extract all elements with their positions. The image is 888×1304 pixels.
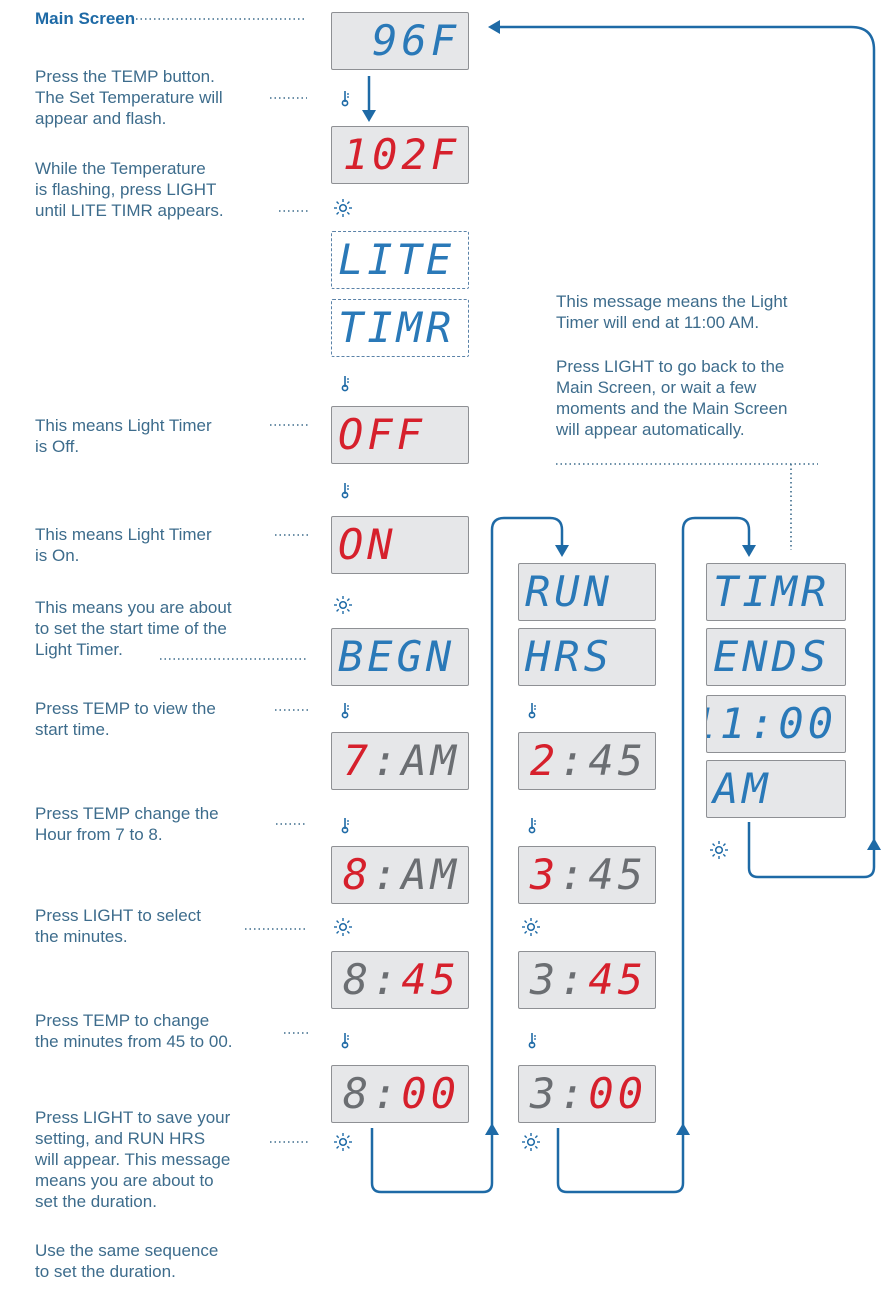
go-back-note: Press LIGHT to go back to the Main Scree… bbox=[556, 357, 788, 439]
thermometer-icon bbox=[341, 483, 349, 499]
lcd-zero-minutes: 00 bbox=[401, 1069, 460, 1118]
lcd-ends: ENDS bbox=[706, 628, 846, 686]
lcd-start-ampm: :AM bbox=[372, 736, 460, 785]
lcd-hour-changed: 8:AM bbox=[331, 846, 469, 904]
lcd-timr: TIMR bbox=[331, 299, 469, 357]
same-sequence-text: Use the same sequence to set the duratio… bbox=[35, 1241, 219, 1281]
thermometer-icon bbox=[341, 703, 349, 719]
thermometer-icon bbox=[341, 376, 349, 392]
light-press-text: While the Temperature is flashing, press… bbox=[35, 159, 224, 220]
lcd-duration-1: 2:45 bbox=[518, 732, 656, 790]
lcd-hrs: HRS bbox=[518, 628, 656, 686]
lcd-hour-ampm: :AM bbox=[372, 850, 460, 899]
view-start-text: Press TEMP to view the start time. bbox=[35, 699, 216, 739]
light-icon bbox=[334, 1133, 352, 1151]
lcd-dur4-hour: 3: bbox=[529, 1069, 589, 1118]
lcd-duration-3: 3: 45 bbox=[518, 951, 656, 1009]
lcd-minutes-hour: 8: bbox=[342, 955, 402, 1004]
lcd-dur4-min: 00 bbox=[588, 1069, 647, 1118]
light-icon bbox=[334, 918, 352, 936]
lcd-start-time: 7:AM bbox=[331, 732, 469, 790]
lcd-on: ON bbox=[331, 516, 469, 574]
timer-off-text: This means Light Timer is Off. bbox=[35, 416, 212, 456]
lcd-start-hour: 7 bbox=[342, 736, 373, 785]
light-icon bbox=[522, 1133, 540, 1151]
lcd-dur3-hour: 3: bbox=[529, 955, 589, 1004]
lcd-dur2-hour: 3 bbox=[529, 850, 560, 899]
select-minutes-text: Press LIGHT to select the minutes. bbox=[35, 906, 201, 946]
lcd-duration-2: 3:45 bbox=[518, 846, 656, 904]
light-icon bbox=[334, 596, 352, 614]
thermometer-icon bbox=[528, 703, 536, 719]
ends-meaning-note: This message means the Light Timer will … bbox=[556, 292, 788, 332]
timer-on-text: This means Light Timer is On. bbox=[35, 525, 212, 565]
lcd-minutes: 8: 45 bbox=[331, 951, 469, 1009]
light-icon bbox=[522, 918, 540, 936]
lcd-dur1-hour: 2 bbox=[529, 736, 560, 785]
thermometer-icon bbox=[341, 1033, 349, 1049]
lcd-off: OFF bbox=[331, 406, 469, 464]
lcd-zero-hour: 8: bbox=[342, 1069, 402, 1118]
set-start-text: This means you are about to set the star… bbox=[35, 598, 232, 659]
lcd-new-hour: 8 bbox=[342, 850, 373, 899]
lcd-main-temperature: 96F bbox=[331, 12, 469, 70]
lcd-run: RUN bbox=[518, 563, 656, 621]
thermometer-icon bbox=[341, 91, 349, 107]
save-setting-text: Press LIGHT to save your setting, and RU… bbox=[35, 1108, 231, 1211]
thermometer-icon bbox=[528, 818, 536, 834]
light-icon bbox=[334, 199, 352, 217]
temp-press-text: Press the TEMP button. The Set Temperatu… bbox=[35, 67, 223, 128]
lcd-dur2-min: :45 bbox=[559, 850, 647, 899]
lcd-dur1-min: :45 bbox=[559, 736, 647, 785]
lcd-end-ampm: AM bbox=[706, 760, 846, 818]
lcd-end-timr: TIMR bbox=[706, 563, 846, 621]
main-screen-label: Main Screen bbox=[35, 9, 136, 28]
change-minutes-text: Press TEMP to change the minutes from 45… bbox=[35, 1011, 233, 1051]
thermometer-icon bbox=[528, 1033, 536, 1049]
lcd-duration-4: 3: 00 bbox=[518, 1065, 656, 1123]
lcd-begn: BEGN bbox=[331, 628, 469, 686]
light-icon bbox=[710, 841, 728, 859]
lcd-dur3-min: 45 bbox=[588, 955, 647, 1004]
lcd-minutes-zero: 8: 00 bbox=[331, 1065, 469, 1123]
lcd-set-temperature: 102F bbox=[331, 126, 469, 184]
change-hour-text: Press TEMP change the Hour from 7 to 8. bbox=[35, 804, 219, 844]
thermometer-icon bbox=[341, 818, 349, 834]
lcd-minutes-value: 45 bbox=[401, 955, 460, 1004]
lcd-lite: LITE bbox=[331, 231, 469, 289]
lcd-end-time: 11:00 bbox=[706, 695, 846, 753]
